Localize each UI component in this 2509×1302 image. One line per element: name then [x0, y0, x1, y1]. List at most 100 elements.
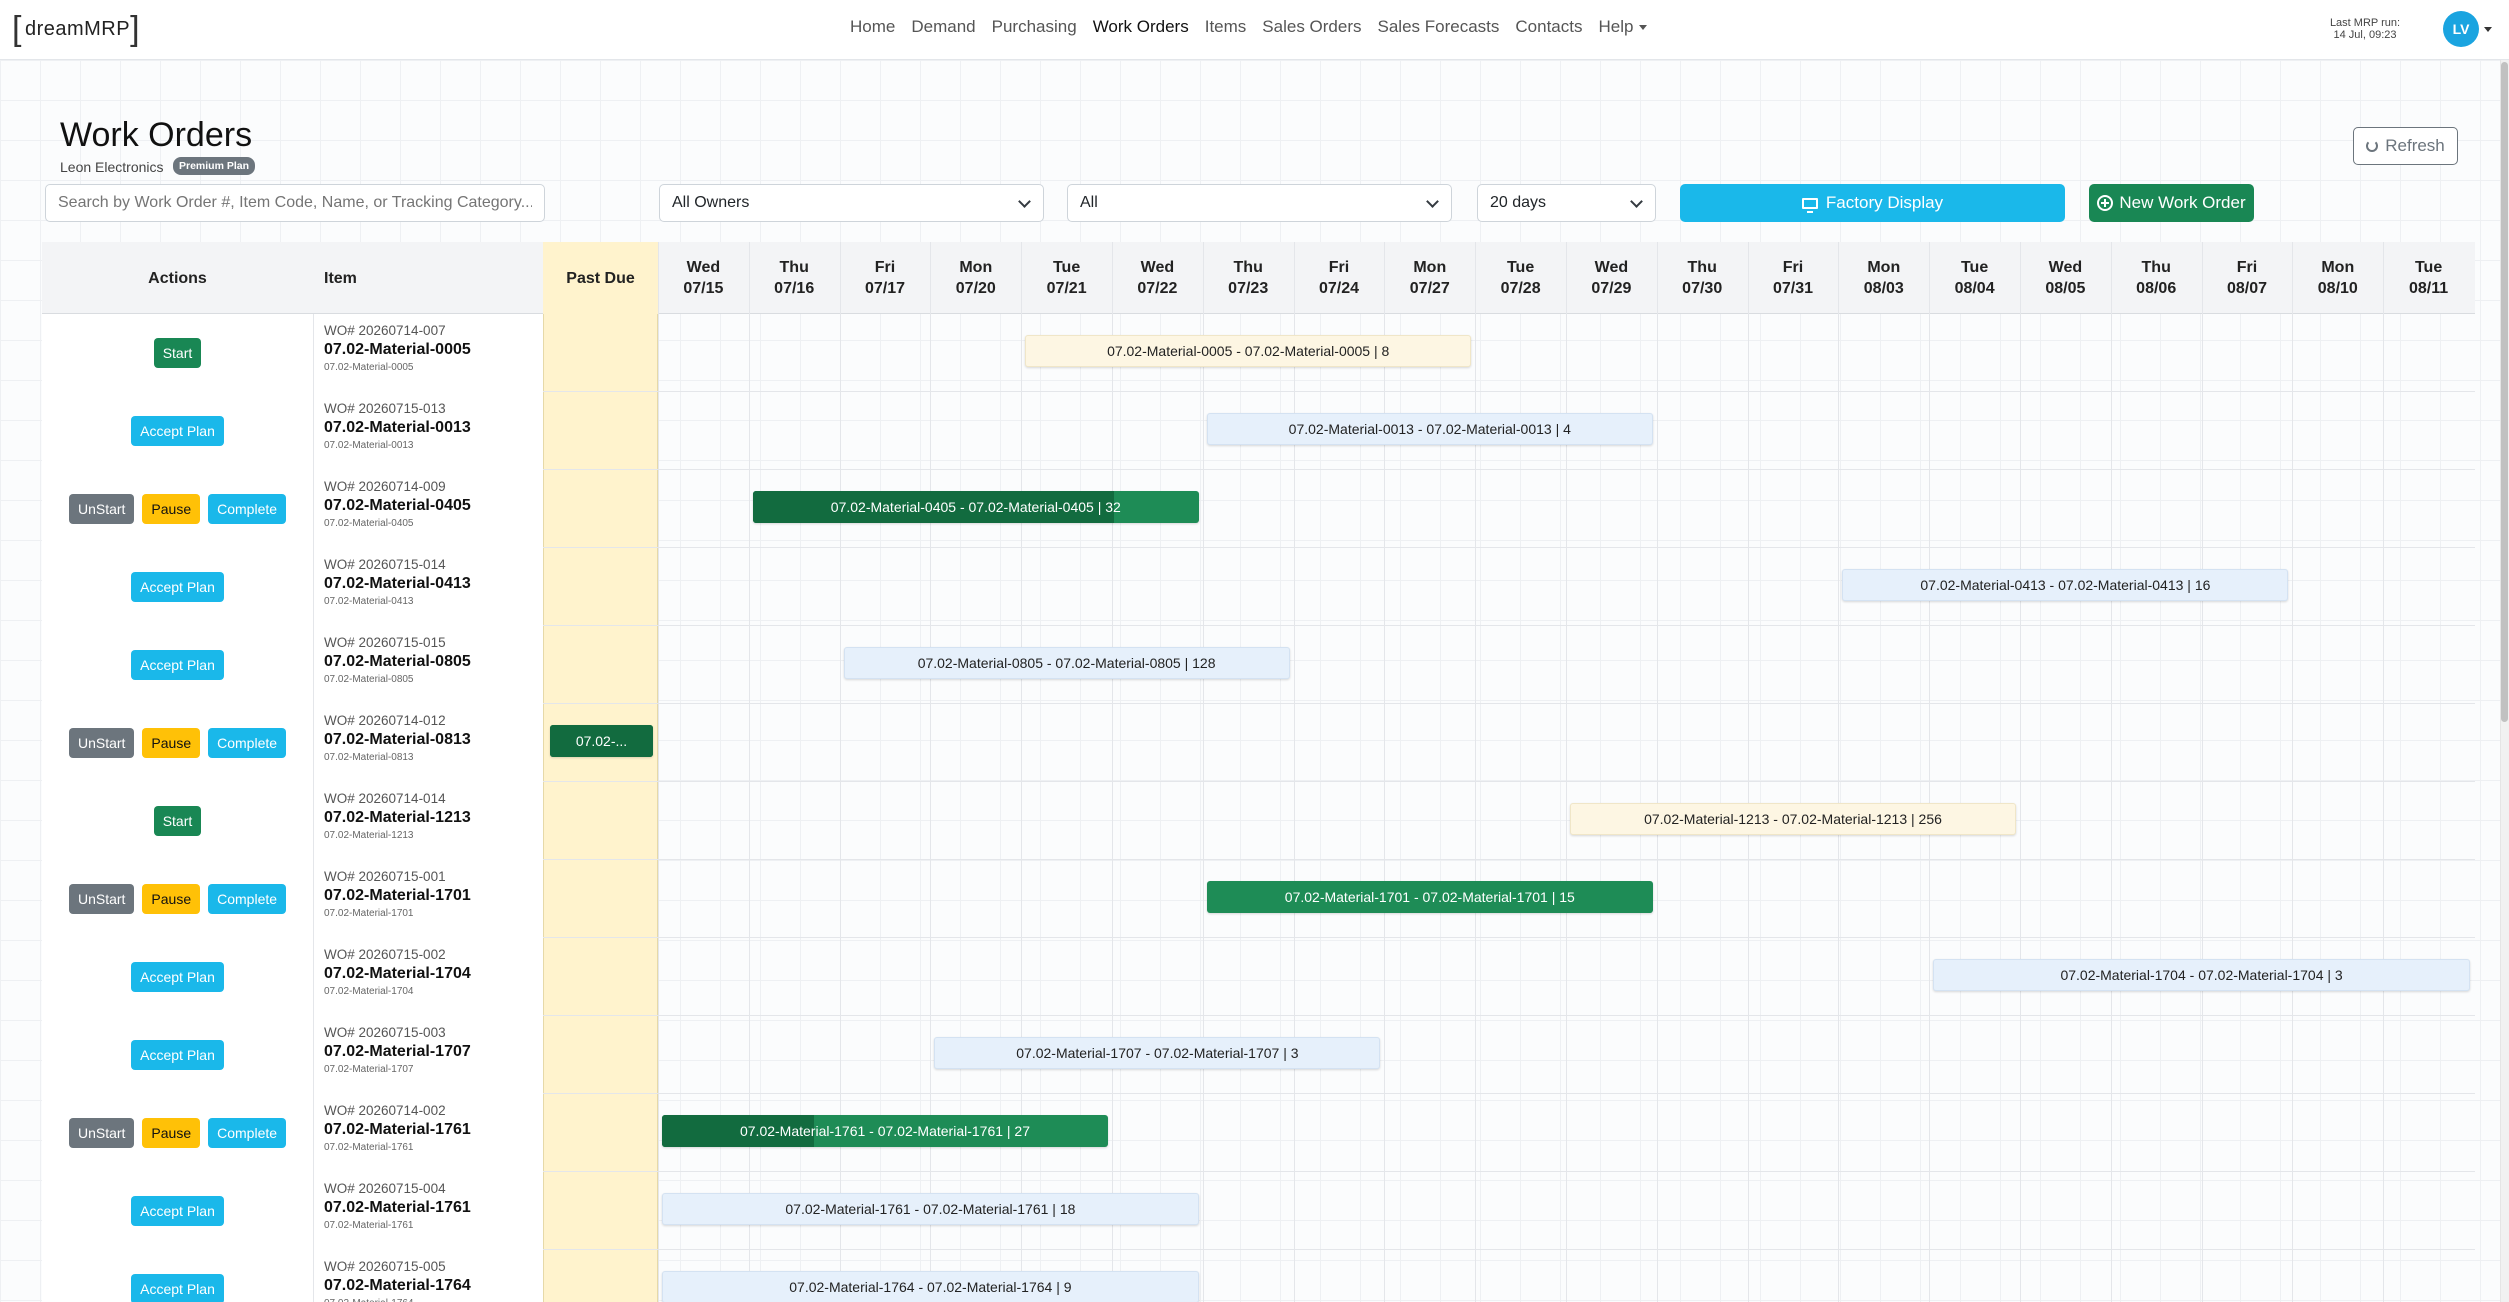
header-day: Wed 07/15 [658, 242, 749, 314]
refresh-button[interactable]: Refresh [2353, 127, 2458, 165]
accept-plan-button[interactable]: Accept Plan [131, 650, 224, 680]
header-day-of-week: Fri [874, 259, 896, 276]
schedule-bar[interactable]: 07.02-Material-1761 - 07.02-Material-176… [662, 1115, 1108, 1147]
item-cell[interactable]: WO# 20260714-009 07.02-Material-0405 07.02… [324, 479, 471, 531]
app-logo[interactable]: [dreamMRP] [12, 12, 140, 46]
item-cell[interactable]: WO# 20260715-001 07.02-Material-1701 07.02… [324, 869, 471, 921]
unstart-button[interactable]: UnStart [68, 728, 135, 758]
schedule-bar[interactable]: 07.02-Material-1707 - 07.02-Material-170… [934, 1037, 1381, 1069]
header-day-date: 07/21 [1046, 280, 1087, 297]
header-item: Item [324, 269, 357, 287]
work-order-number: WO# 20260714-012 [324, 713, 446, 728]
schedule-bar[interactable]: 07.02-Material-1213 - 07.02-Material-121… [1570, 803, 2016, 835]
header-day-date: 07/15 [683, 280, 724, 297]
item-cell[interactable]: WO# 20260715-013 07.02-Material-0013 07.02… [324, 401, 471, 453]
schedule-bar[interactable]: 07.02-Material-1761 - 07.02-Material-176… [662, 1193, 1199, 1225]
start-button[interactable]: Start [153, 806, 202, 836]
user-menu-caret-icon[interactable] [2484, 27, 2492, 32]
item-cell[interactable]: WO# 20260715-015 07.02-Material-0805 07.02… [324, 635, 471, 687]
unstart-button[interactable]: UnStart [68, 1118, 135, 1148]
range-select[interactable]: 20 days [1477, 184, 1656, 222]
scrollbar-thumb[interactable] [2501, 62, 2508, 722]
search-input[interactable] [45, 184, 545, 222]
accept-plan-button[interactable]: Accept Plan [131, 1274, 224, 1302]
item-code: 07.02-Material-1764 [324, 1277, 471, 1294]
complete-button[interactable]: Complete [208, 728, 287, 758]
nav-link-help[interactable]: Help [1598, 17, 1648, 37]
accept-plan-button[interactable]: Accept Plan [131, 1040, 224, 1070]
complete-button[interactable]: Complete [208, 494, 287, 524]
schedule-bar[interactable]: 07.02-Material-1701 - 07.02-Material-170… [1206, 881, 1653, 913]
pause-button[interactable]: Pause [142, 884, 201, 914]
item-cell[interactable]: WO# 20260715-004 07.02-Material-1761 07.02… [324, 1181, 471, 1233]
column-divider [313, 782, 314, 860]
header-day: Tue 08/11 [2383, 242, 2474, 314]
owner-select[interactable]: All Owners [659, 184, 1044, 222]
item-cell[interactable]: WO# 20260715-014 07.02-Material-0413 07.02… [324, 557, 471, 609]
factory-display-button[interactable]: Factory Display [1680, 184, 2065, 222]
pause-button[interactable]: Pause [142, 494, 201, 524]
header-day-date: 07/16 [774, 280, 815, 297]
accept-plan-button[interactable]: Accept Plan [131, 572, 224, 602]
item-cell[interactable]: WO# 20260715-003 07.02-Material-1707 07.02… [324, 1025, 471, 1077]
column-divider [313, 1250, 314, 1302]
accept-plan-button[interactable]: Accept Plan [131, 416, 224, 446]
item-name: 07.02-Material-1701 [324, 908, 414, 919]
nav-link-sales-orders[interactable]: Sales Orders [1262, 17, 1361, 37]
nav-link-contacts[interactable]: Contacts [1515, 17, 1582, 37]
item-name: 07.02-Material-1213 [324, 830, 414, 841]
item-code: 07.02-Material-0405 [324, 497, 471, 514]
nav-link-sales-forecasts[interactable]: Sales Forecasts [1378, 17, 1500, 37]
header-day-date: 08/05 [2045, 280, 2086, 297]
complete-button[interactable]: Complete [208, 1118, 287, 1148]
header-day-of-week: Thu [1687, 259, 1717, 276]
schedule-bar[interactable]: 07.02-Material-0405 - 07.02-Material-040… [752, 491, 1199, 523]
header-day-of-week: Tue [1506, 259, 1535, 276]
schedule-bar-label: 07.02-Material-0805 - 07.02-Material-080… [917, 655, 1216, 671]
unstart-button[interactable]: UnStart [68, 494, 135, 524]
item-cell[interactable]: WO# 20260714-012 07.02-Material-0813 07.02… [324, 713, 471, 765]
item-cell[interactable]: WO# 20260714-014 07.02-Material-1213 07.02… [324, 791, 471, 843]
item-cell[interactable]: WO# 20260715-002 07.02-Material-1704 07.02… [324, 947, 471, 999]
new-work-order-button[interactable]: New Work Order [2089, 184, 2254, 222]
refresh-label: Refresh [2385, 136, 2445, 155]
nav-link-purchasing[interactable]: Purchasing [992, 17, 1077, 37]
start-button[interactable]: Start [153, 338, 202, 368]
item-cell[interactable]: WO# 20260714-002 07.02-Material-1761 07.02… [324, 1103, 471, 1155]
item-cell[interactable]: WO# 20260714-007 07.02-Material-0005 07.02… [324, 323, 471, 375]
item-cell[interactable]: WO# 20260715-005 07.02-Material-1764 07.02… [324, 1259, 471, 1302]
header-day-date: 08/11 [2409, 280, 2449, 297]
last-mrp-value: 14 Jul, 09:23 [2333, 29, 2397, 41]
item-name: 07.02-Material-1764 [324, 1297, 471, 1302]
unstart-button[interactable]: UnStart [68, 884, 135, 914]
nav-link-work-orders[interactable]: Work Orders [1093, 17, 1189, 37]
nav-link-items[interactable]: Items [1205, 17, 1247, 37]
accept-plan-button[interactable]: Accept Plan [131, 1196, 224, 1226]
column-divider [313, 704, 314, 782]
status-select[interactable]: All [1067, 184, 1452, 222]
header-day: Mon 07/27 [1384, 242, 1475, 314]
schedule-bar[interactable]: 07.02-Material-0805 - 07.02-Material-080… [843, 647, 1290, 679]
schedule-bar[interactable]: 07.02-Material-0013 - 07.02-Material-001… [1206, 413, 1653, 445]
schedule-bar[interactable]: 07.02-... [550, 725, 653, 757]
schedule-bar[interactable]: 07.02-Material-1764 - 07.02-Material-176… [662, 1271, 1199, 1302]
nav-link-demand[interactable]: Demand [911, 17, 975, 37]
complete-button[interactable]: Complete [208, 884, 287, 914]
schedule-bar[interactable]: 07.02-Material-1704 - 07.02-Material-170… [1933, 959, 2470, 991]
header-day-of-week: Wed [1140, 259, 1175, 276]
schedule-bar-label: 07.02-Material-1761 - 07.02-Material-176… [785, 1201, 1076, 1217]
pause-button[interactable]: Pause [142, 1118, 201, 1148]
schedule-bar[interactable]: 07.02-Material-0413 - 07.02-Material-041… [1842, 569, 2289, 601]
header-day-of-week: Wed [2048, 259, 2083, 276]
accept-plan-button[interactable]: Accept Plan [131, 962, 224, 992]
pause-button[interactable]: Pause [142, 728, 201, 758]
column-divider [313, 470, 314, 548]
table-row: Accept Plan WO# 20260715-015 07.02-Materia… [42, 626, 2475, 704]
column-divider [313, 938, 314, 1016]
header-day-date: 08/06 [2136, 280, 2177, 297]
nav-link-home[interactable]: Home [850, 17, 895, 37]
user-avatar[interactable]: LV [2443, 11, 2479, 47]
schedule-bar[interactable]: 07.02-Material-0005 - 07.02-Material-000… [1025, 335, 1472, 367]
work-order-number: WO# 20260715-001 [324, 869, 446, 884]
item-code: 07.02-Material-1213 [324, 809, 471, 826]
